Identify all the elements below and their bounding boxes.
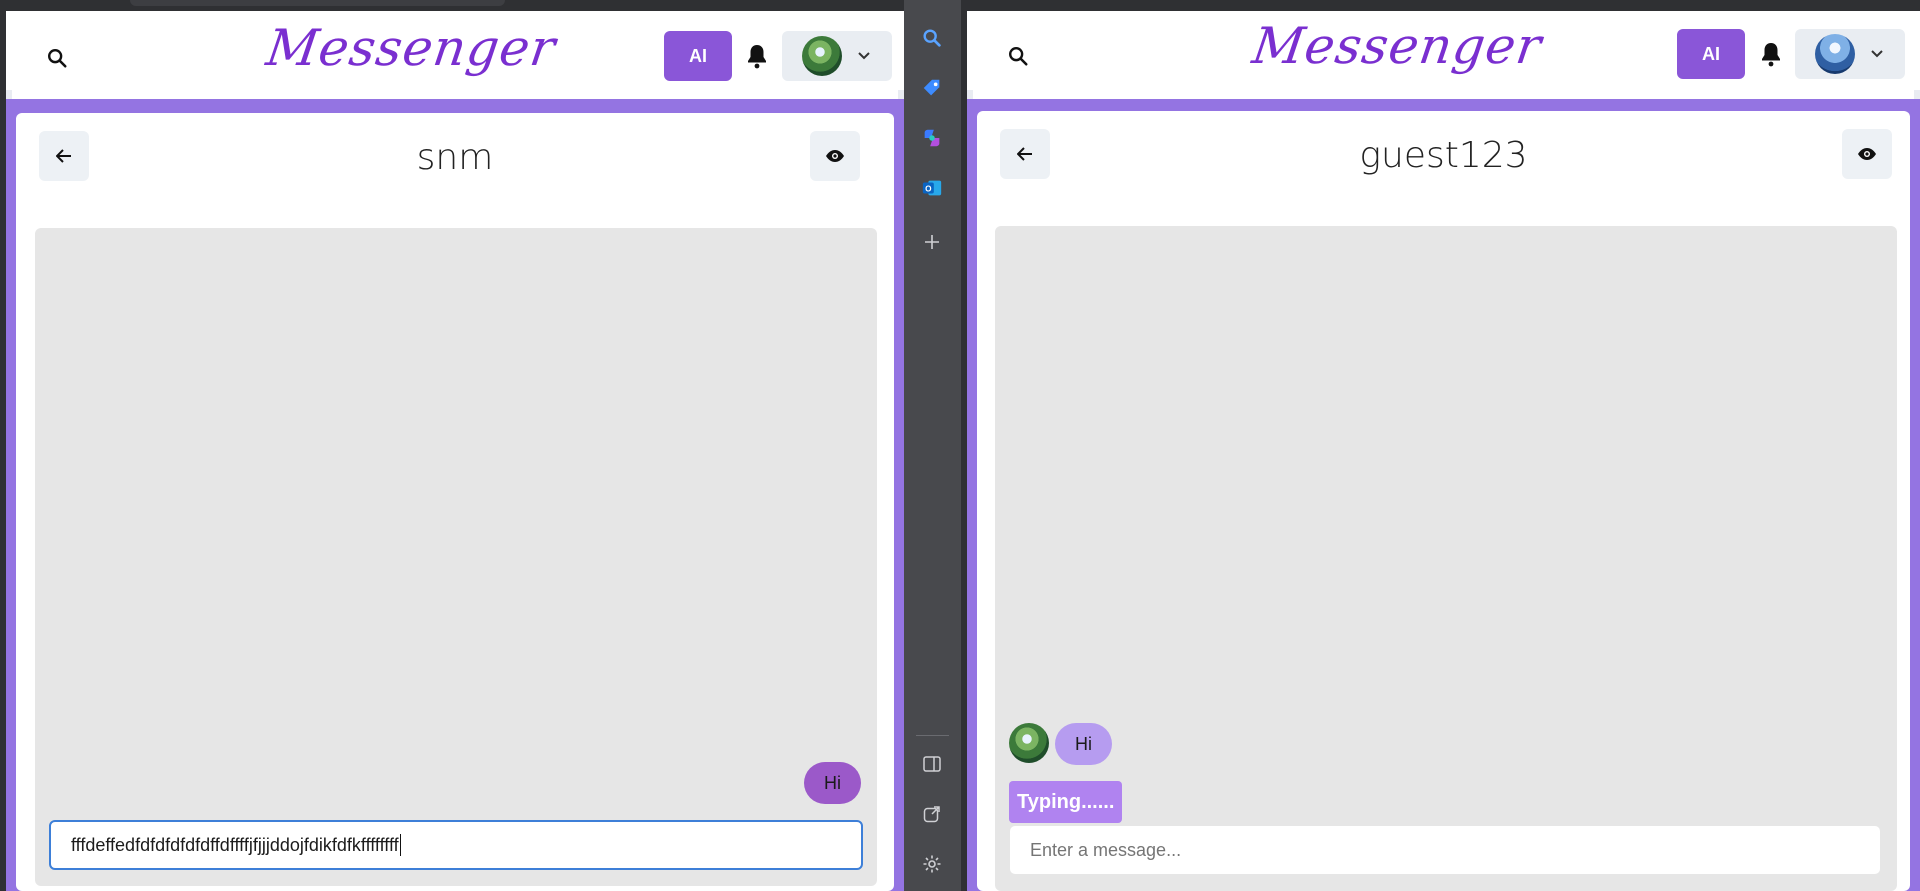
search-icon [48, 49, 67, 68]
profile-menu-button[interactable] [1795, 29, 1905, 79]
app-header: Messenger AI [6, 11, 904, 99]
view-profile-button[interactable] [1842, 129, 1892, 179]
message-input[interactable]: fffdeffedfdfdfdfdfdffdffffjfjjjddojfdikf… [49, 820, 863, 870]
text-caret [399, 834, 401, 856]
browser-sidebar: O [904, 0, 961, 891]
settings-icon[interactable] [920, 852, 944, 876]
app-logo: Messenger [262, 19, 560, 77]
sender-avatar [1009, 723, 1049, 763]
app-logo: Messenger [1248, 17, 1546, 75]
browser-window-right: Messenger AI guest123 Hi Typing...... [961, 0, 1920, 891]
tab-strip [961, 0, 1920, 11]
tag-icon[interactable] [920, 76, 944, 100]
avatar [802, 36, 842, 76]
browser-tab[interactable] [130, 0, 505, 6]
messages-area: Hi fffdeffedfdfdfdfdfdffdffffjfjjjddojfd… [35, 228, 877, 886]
chat-title: snm [416, 137, 494, 178]
message-input-value: fffdeffedfdfdfdfdfdffdffffjfjjjddojfdikf… [71, 834, 399, 855]
ai-button[interactable]: AI [664, 31, 732, 81]
bell-icon[interactable] [745, 43, 769, 69]
messages-area: Hi Typing...... [995, 226, 1897, 891]
copilot-icon[interactable] [920, 126, 944, 150]
chat-title: guest123 [1359, 135, 1528, 176]
eye-icon [826, 150, 844, 162]
search-icon [1009, 47, 1028, 66]
view-profile-button[interactable] [810, 131, 860, 181]
chevron-down-icon [858, 52, 870, 60]
messenger-page: Messenger AI guest123 Hi Typing...... [967, 11, 1920, 891]
ai-button[interactable]: AI [1677, 29, 1745, 79]
search-button[interactable] [42, 43, 72, 73]
external-link-icon[interactable] [920, 802, 944, 826]
bell-icon[interactable] [1759, 41, 1783, 67]
outlook-icon[interactable]: O [920, 176, 944, 200]
message-bubble-outgoing: Hi [804, 762, 861, 804]
app-header: Messenger AI [967, 11, 1920, 99]
profile-menu-button[interactable] [782, 31, 892, 81]
plus-icon[interactable] [920, 230, 944, 254]
browser-window-left: Messenger AI snm Hi fffdeffedfdfdfdfdfdf… [0, 0, 904, 891]
message-input[interactable] [1009, 825, 1881, 875]
chat-card: guest123 Hi Typing...... [977, 111, 1910, 891]
search-button[interactable] [1003, 41, 1033, 71]
typing-indicator: Typing...... [1009, 781, 1123, 823]
messenger-page: Messenger AI snm Hi fffdeffedfdfdfdfdfdf… [6, 11, 904, 891]
split-screen-icon[interactable] [920, 752, 944, 776]
tab-strip [0, 0, 904, 11]
chevron-down-icon [1871, 50, 1883, 58]
svg-text:O: O [925, 185, 932, 194]
sidebar-divider [916, 735, 949, 736]
eye-icon [1858, 148, 1876, 160]
message-bubble-incoming: Hi [1055, 723, 1112, 765]
search-icon[interactable] [920, 26, 944, 50]
chat-card: snm Hi fffdeffedfdfdfdfdfdffdffffjfjjjdd… [16, 113, 894, 891]
avatar [1815, 34, 1855, 74]
